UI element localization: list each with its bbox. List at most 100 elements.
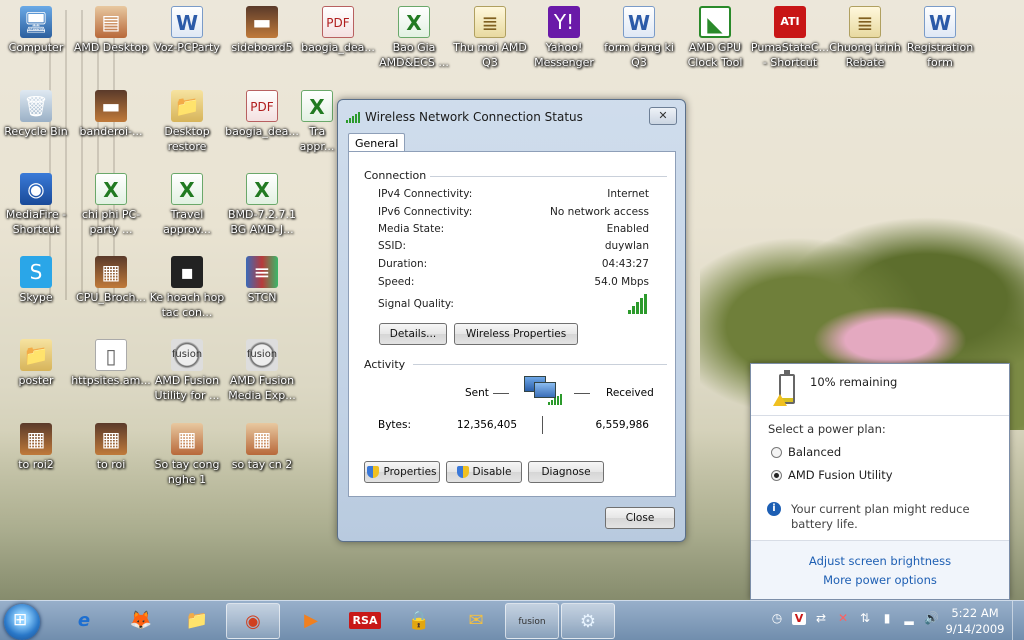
- desktop-icon-label: to roi2: [18, 458, 54, 471]
- desktop-icon-to-roi[interactable]: ▦ to roi: [71, 423, 151, 472]
- desktop-icon-label: Thu moi AMD Q3: [453, 41, 527, 69]
- radio-balanced[interactable]: [771, 447, 782, 458]
- desktop-icon-desktop-restore[interactable]: 📁 Desktop restore: [147, 90, 227, 154]
- desktop-icon-label: Registration form: [906, 41, 974, 69]
- desktop-icon-label: form dang ki Q3: [604, 41, 674, 69]
- desktop-icon-bao-gia[interactable]: X Bao Gia AMD&ECS ...: [374, 6, 454, 70]
- row-label: IPv4 Connectivity:: [378, 188, 473, 200]
- desktop-icon-label: so tay cn 2: [231, 458, 293, 471]
- close-button[interactable]: Close: [605, 507, 675, 529]
- bytes-divider: [542, 416, 543, 434]
- tray-volume-icon[interactable]: 🔊: [924, 611, 939, 625]
- desktop-icon-fusion-utility[interactable]: fusion AMD Fusion Utility for ...: [147, 339, 227, 403]
- desktop-icon-label: AMD Desktop: [73, 41, 149, 54]
- taskbar-network-center-icon[interactable]: ⚙: [561, 603, 615, 639]
- desktop-icon-ke-hoach[interactable]: ▪ Ke hoach hop tac con...: [147, 256, 227, 320]
- taskbar-lock-icon[interactable]: 🔒: [392, 603, 446, 639]
- plan-label: AMD Fusion Utility: [788, 468, 893, 482]
- row-label: Media State:: [378, 223, 445, 235]
- desktop-icon-baogia-1[interactable]: PDF baogia_dea...: [298, 6, 378, 55]
- battery-status: 10% remaining: [751, 364, 1009, 416]
- plan-option-balanced[interactable]: Balanced: [771, 445, 841, 459]
- desktop-icon-label: MediaFire - Shortcut: [5, 208, 67, 236]
- desktop-icon-registration[interactable]: W Registration form: [900, 6, 980, 70]
- properties-button[interactable]: Properties: [364, 461, 440, 483]
- image-icon: ▬: [246, 6, 278, 38]
- desktop-icon-thu-moi[interactable]: ≣ Thu moi AMD Q3: [450, 6, 530, 70]
- desktop-icon-recycle-bin[interactable]: 🗑 Recycle Bin: [0, 90, 76, 139]
- row-label: IPv6 Connectivity:: [378, 206, 473, 218]
- desktop-icon-so-tay-2[interactable]: ▦ so tay cn 2: [222, 423, 302, 472]
- plan-option-amd-fusion[interactable]: AMD Fusion Utility: [771, 468, 893, 482]
- desktop-icon-travel[interactable]: X Travel approv...: [147, 173, 227, 237]
- radio-amd-fusion[interactable]: [771, 470, 782, 481]
- amd-logo-icon: ◣: [699, 6, 731, 38]
- image-icon: ▦: [95, 256, 127, 288]
- taskbar-amd-fusion-icon[interactable]: fusion: [505, 603, 559, 639]
- disable-button-label: Disable: [472, 466, 512, 478]
- desktop-icon-to-roi2[interactable]: ▦ to roi2: [0, 423, 76, 472]
- desktop-icon-label: AMD Fusion Utility for ...: [154, 374, 220, 402]
- divider: [413, 364, 667, 365]
- tray-network-icon[interactable]: ⇄: [814, 611, 828, 625]
- tray-wifi-icon[interactable]: ▂: [902, 611, 916, 625]
- taskbar-explorer-icon[interactable]: 📁: [170, 603, 224, 639]
- more-power-options-link[interactable]: More power options: [751, 573, 1009, 587]
- disable-button[interactable]: Disable: [446, 461, 522, 483]
- desktop-icon-tra-appr[interactable]: X Tra appr...: [296, 90, 338, 154]
- tray-antivirus-icon[interactable]: V: [792, 611, 806, 625]
- excel-icon: X: [398, 6, 430, 38]
- desktop-icon-httpsites[interactable]: ▯ httpsites.am...: [71, 339, 151, 388]
- taskbar-rsa-icon[interactable]: RSA: [338, 603, 392, 639]
- received-line: [574, 393, 590, 394]
- desktop-icon-chuong-trinh[interactable]: ≣ Chuong trinh Rebate: [825, 6, 905, 70]
- desktop-icon-so-tay-1[interactable]: ▦ So tay cong nghe 1: [147, 423, 227, 487]
- taskbar-clock[interactable]: 5:22 AM 9/14/2009: [944, 605, 1006, 637]
- dialog-tabs: General: [348, 133, 406, 153]
- desktop-icon-amd-gpu-clock[interactable]: ◣ AMD GPU Clock Tool: [675, 6, 755, 70]
- desktop-icon-form-dang-ki[interactable]: Wform dang ki Q3: [599, 6, 679, 70]
- desktop-icon-mediafire[interactable]: ◉ MediaFire - Shortcut: [0, 173, 76, 237]
- tray-clock-icon[interactable]: ◷: [770, 611, 784, 625]
- row-label: SSID:: [378, 240, 407, 252]
- desktop-icon-voz-pcparty[interactable]: W Voz-PCParty: [147, 6, 227, 55]
- desktop-icon-baogia-2[interactable]: PDF baogia_dea...: [222, 90, 302, 139]
- diagnose-button[interactable]: Diagnose: [528, 461, 604, 483]
- taskbar-internet-explorer-icon[interactable]: e: [57, 603, 111, 639]
- start-button[interactable]: [4, 604, 40, 640]
- desktop-icon-chi-phi[interactable]: Xchi phi PC-party ...: [71, 173, 151, 237]
- desktop-icon-label: Bao Gia AMD&ECS ...: [379, 41, 449, 69]
- wireless-properties-button[interactable]: Wireless Properties: [454, 323, 578, 345]
- taskbar-media-player-icon[interactable]: ▶: [284, 603, 338, 639]
- taskbar-mail-icon[interactable]: ✉: [449, 603, 503, 639]
- shield-icon: [367, 466, 380, 478]
- image-icon: ▦: [20, 423, 52, 455]
- details-button[interactable]: Details...: [379, 323, 447, 345]
- desktop-icon-cpu-broch[interactable]: ▦ CPU_Broch...: [71, 256, 151, 305]
- desktop-icon-banderoi[interactable]: ▬ banderoi-...: [71, 90, 151, 139]
- tray-transfer-icon[interactable]: ⇅: [858, 611, 872, 625]
- dialog-close-icon[interactable]: ✕: [649, 107, 677, 125]
- warning-icon: [773, 394, 787, 406]
- desktop-icon-sideboard5[interactable]: ▬ sideboard5: [222, 6, 302, 55]
- desktop-icon-pumastate[interactable]: ATI PumaStateC... - Shortcut: [750, 6, 830, 70]
- desktop-icon-label: Ke hoach hop tac con...: [149, 291, 225, 319]
- adjust-brightness-link[interactable]: Adjust screen brightness: [751, 554, 1009, 568]
- desktop-icon-poster[interactable]: 📁 poster: [0, 339, 76, 388]
- desktop-icon-skype[interactable]: S Skype: [0, 256, 76, 305]
- desktop-icon-computer[interactable]: 🖥 Computer: [0, 6, 76, 55]
- taskbar-firefox-icon[interactable]: 🦊: [114, 603, 168, 639]
- desktop-icon-stcn[interactable]: ≡ STCN: [222, 256, 302, 305]
- bytes-received: 6,559,986: [595, 419, 649, 431]
- taskbar-chrome-icon[interactable]: ◉: [226, 603, 280, 639]
- tray-battery-icon[interactable]: ▮: [880, 611, 894, 625]
- show-desktop-button[interactable]: [1012, 601, 1024, 640]
- row-value: 04:43:27: [601, 258, 649, 270]
- desktop-icon-yahoo[interactable]: Y! Yahoo! Messenger: [524, 6, 604, 70]
- image-icon: ▦: [95, 423, 127, 455]
- desktop-icon-bmd[interactable]: X BMD-7.2.7.1 BG AMD-J...: [222, 173, 302, 237]
- desktop-icon-fusion-media[interactable]: fusion AMD Fusion Media Exp...: [222, 339, 302, 403]
- tray-error-icon[interactable]: ✕: [836, 611, 850, 625]
- tab-general[interactable]: General: [348, 133, 406, 153]
- desktop-icon-amd-desktop[interactable]: ▤ AMD Desktop: [71, 6, 151, 55]
